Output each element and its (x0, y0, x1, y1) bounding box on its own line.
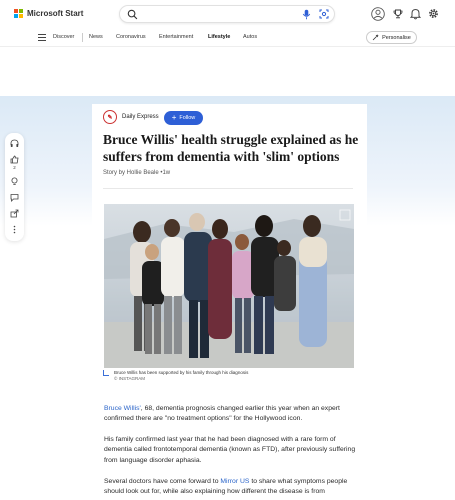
search-box[interactable] (119, 5, 335, 23)
nav-divider (82, 33, 83, 42)
settings-icon[interactable] (428, 8, 439, 19)
nav-item-news[interactable]: News (89, 34, 103, 40)
action-rail: 2 (5, 133, 24, 241)
paragraph-3-text-start: Several doctors have come forward to (104, 478, 221, 485)
source-name[interactable]: Daily Express (122, 114, 159, 120)
article-headline: Bruce Willis' health struggle explained … (103, 132, 359, 164)
source-info: ✎ Daily Express (103, 110, 159, 124)
microphone-icon[interactable] (302, 9, 311, 20)
trophy-icon[interactable] (393, 9, 403, 19)
nav-item-coronavirus[interactable]: Coronavirus (116, 34, 146, 40)
nav-item-lifestyle[interactable]: Lifestyle (208, 34, 230, 40)
menu-icon[interactable] (38, 34, 46, 41)
article-paragraph-1: Bruce Willis', 68, dementia prognosis ch… (104, 404, 359, 425)
photo-credit: © INSTAGRAM (114, 376, 145, 381)
top-bar: Microsoft Start (0, 0, 455, 29)
daily-express-logo-icon[interactable]: ✎ (103, 110, 117, 124)
follow-button[interactable]: + Follow (164, 111, 203, 125)
caption-marker (103, 370, 109, 376)
brand-name: Microsoft Start (27, 9, 84, 18)
article-paragraph-2: His family confirmed last year that he h… (104, 436, 356, 464)
follow-label: Follow (179, 115, 196, 121)
visual-search-icon[interactable] (319, 9, 329, 19)
article-byline: Story by Hollie Beale •1w (103, 170, 171, 176)
nav-item-autos[interactable]: Autos (243, 34, 257, 40)
article-paragraph-3: Several doctors have come forward to Mir… (104, 477, 359, 498)
microsoft-logo-icon (14, 9, 23, 18)
avatar-icon[interactable] (371, 7, 385, 21)
personalise-button[interactable]: Personalise (366, 31, 417, 44)
like-icon[interactable] (10, 155, 19, 164)
more-options-icon[interactable] (10, 225, 19, 234)
search-input[interactable] (142, 8, 292, 20)
insight-icon[interactable] (10, 177, 19, 186)
mirror-us-link[interactable]: Mirror US (220, 478, 249, 485)
like-count: 2 (13, 165, 16, 170)
nav-item-entertainment[interactable]: Entertainment (159, 34, 193, 40)
article-photo (104, 204, 354, 368)
plus-icon: + (171, 113, 177, 122)
caption-text: Bruce Willis has been supported by his f… (114, 370, 249, 375)
nav-item-discover[interactable]: Discover (53, 34, 74, 40)
share-icon[interactable] (10, 209, 19, 218)
search-icon[interactable] (127, 9, 138, 20)
bruce-willis-link[interactable]: Bruce Willis' (104, 405, 141, 412)
personalise-label: Personalise (382, 34, 411, 41)
microsoft-start-logo[interactable]: Microsoft Start (14, 9, 83, 18)
headphones-icon[interactable] (10, 139, 19, 148)
bell-icon[interactable] (410, 8, 421, 20)
family-photo-image (104, 204, 354, 368)
personalise-icon (372, 34, 379, 41)
divider (103, 188, 353, 189)
comment-icon[interactable] (10, 193, 19, 202)
